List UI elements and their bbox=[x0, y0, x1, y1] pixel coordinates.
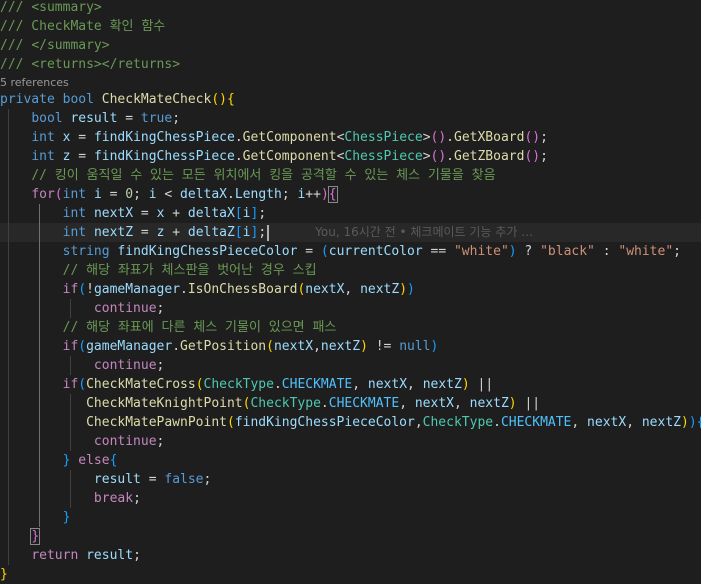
indent-guide bbox=[8, 413, 9, 432]
code-line: /// <returns></returns> bbox=[0, 57, 181, 72]
indent-guide bbox=[39, 508, 40, 527]
indent-guide bbox=[8, 318, 9, 337]
indent-guide bbox=[39, 337, 40, 356]
indent-guide bbox=[8, 432, 9, 451]
code-line: string findKingChessPieceColor = (curren… bbox=[0, 242, 701, 261]
indent-guide bbox=[8, 394, 9, 413]
indent-guide bbox=[39, 470, 40, 489]
code-line: return result; bbox=[0, 546, 701, 565]
indent-guide bbox=[39, 318, 40, 337]
indent-guide bbox=[8, 280, 9, 299]
code-editor[interactable]: /// <summary> /// CheckMate 확인 함수 /// </… bbox=[0, 0, 701, 582]
matching-brace: { bbox=[327, 186, 338, 203]
indent-guide bbox=[39, 261, 40, 280]
code-line: CheckMateKnightPoint(CheckType.CHECKMATE… bbox=[0, 394, 701, 413]
code-line: // 킹이 움직일 수 있는 모든 위치에서 킹을 공격할 수 있는 체스 기물… bbox=[0, 166, 701, 185]
indent-guide bbox=[39, 432, 40, 451]
indent-guide bbox=[70, 394, 71, 413]
code-line: int nextX = x + deltaX[i]; bbox=[0, 204, 701, 223]
indent-guide bbox=[8, 128, 9, 147]
indent-guide bbox=[8, 356, 9, 375]
code-line: int x = findKingChessPiece.GetComponent<… bbox=[0, 128, 701, 147]
code-line: } bbox=[0, 567, 8, 582]
text-cursor bbox=[267, 224, 270, 241]
indent-guide bbox=[8, 451, 9, 470]
code-line: } bbox=[0, 508, 701, 527]
code-line: continue; bbox=[0, 299, 701, 318]
code-line: if(!gameManager.IsOnChessBoard(nextX, ne… bbox=[0, 280, 701, 299]
indent-guide bbox=[70, 489, 71, 508]
code-line: } bbox=[0, 527, 701, 546]
indent-guide bbox=[8, 109, 9, 128]
indent-guide bbox=[70, 413, 71, 432]
code-line: /// </summary> bbox=[0, 38, 110, 53]
indent-guide bbox=[39, 223, 40, 242]
indent-guide bbox=[8, 337, 9, 356]
indent-guide bbox=[39, 280, 40, 299]
indent-guide bbox=[8, 489, 9, 508]
code-line: // 해당 좌표에 다른 체스 기물이 있으면 패스 bbox=[0, 318, 701, 337]
indent-guide bbox=[70, 299, 71, 318]
indent-guide bbox=[39, 451, 40, 470]
indent-guide bbox=[39, 356, 40, 375]
code-line: // 해당 좌표가 체스판을 벗어난 경우 스킵 bbox=[0, 261, 701, 280]
indent-guide bbox=[8, 147, 9, 166]
indent-guide bbox=[8, 166, 9, 185]
code-line: for(int i = 0; i < deltaX.Length; i++){ bbox=[0, 185, 701, 204]
indent-guide bbox=[39, 242, 40, 261]
indent-guide bbox=[39, 204, 40, 223]
indent-guide bbox=[8, 204, 9, 223]
code-line: bool result = true; bbox=[0, 109, 701, 128]
code-line: continue; bbox=[0, 432, 701, 451]
code-line: private bool CheckMateCheck(){ bbox=[0, 92, 235, 107]
indent-guide bbox=[8, 242, 9, 261]
indent-guide bbox=[8, 185, 9, 204]
indent-guide bbox=[39, 489, 40, 508]
code-line: if(gameManager.GetPosition(nextX,nextZ) … bbox=[0, 337, 701, 356]
code-line-current: int nextZ = z + deltaZ[i]; You, 16시간 전 • … bbox=[0, 223, 701, 242]
code-line: result = false; bbox=[0, 470, 701, 489]
indent-guide bbox=[8, 261, 9, 280]
indent-guide bbox=[8, 375, 9, 394]
code-line: if(CheckMateCross(CheckType.CHECKMATE, n… bbox=[0, 375, 701, 394]
indent-guide bbox=[8, 299, 9, 318]
indent-guide bbox=[70, 432, 71, 451]
code-line: CheckMatePawnPoint(findKingChessPieceCol… bbox=[0, 413, 701, 432]
codelens-references[interactable]: 5 references bbox=[0, 76, 701, 90]
code-line: /// CheckMate 확인 함수 bbox=[0, 19, 166, 34]
code-line: } else{ bbox=[0, 451, 701, 470]
matching-brace: } bbox=[30, 528, 41, 545]
indent-guide bbox=[8, 546, 9, 565]
indent-guide bbox=[8, 223, 9, 242]
code-line: int z = findKingChessPiece.GetComponent<… bbox=[0, 147, 701, 166]
code-line: break; bbox=[0, 489, 701, 508]
indent-guide bbox=[70, 356, 71, 375]
indent-guide bbox=[39, 413, 40, 432]
indent-guide bbox=[39, 394, 40, 413]
indent-guide bbox=[39, 375, 40, 394]
indent-guide bbox=[70, 470, 71, 489]
indent-guide bbox=[39, 299, 40, 318]
indent-guide bbox=[8, 527, 9, 546]
indent-guide bbox=[8, 470, 9, 489]
git-blame-annotation[interactable]: You, 16시간 전 • 체크메이트 기능 추가 … bbox=[315, 225, 533, 239]
indent-guide bbox=[8, 508, 9, 527]
code-line: /// <summary> bbox=[0, 0, 102, 15]
code-line: continue; bbox=[0, 356, 701, 375]
